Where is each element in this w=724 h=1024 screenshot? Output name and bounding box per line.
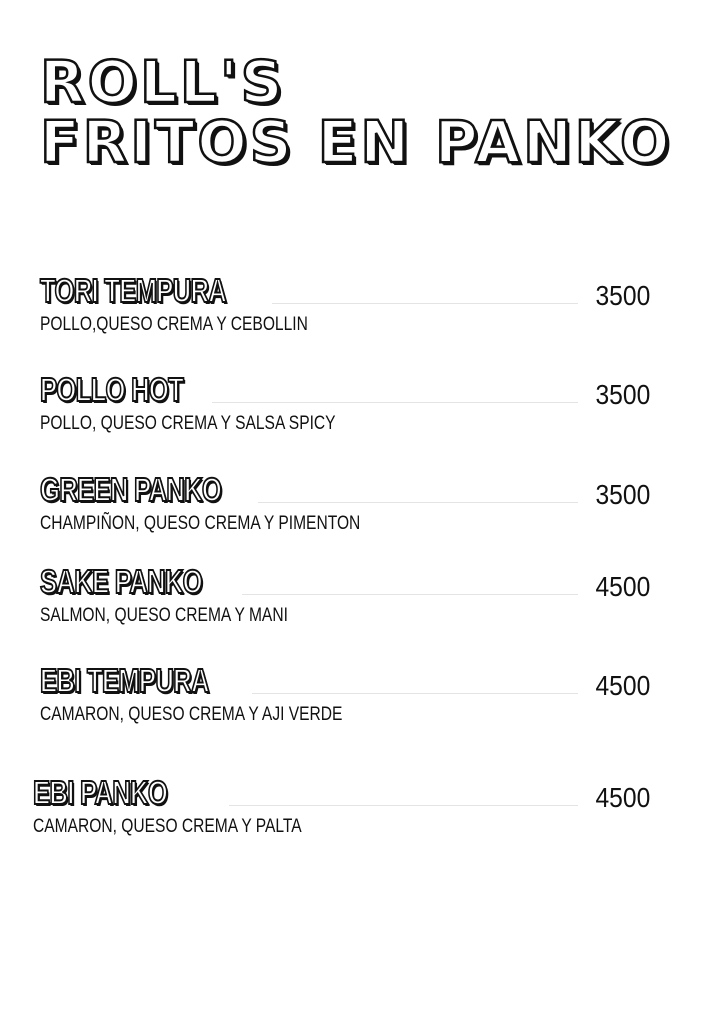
item-description: POLLO,QUESO CREMA Y CEBOLLIN: [40, 314, 308, 335]
item-name: POLLO HOT: [39, 370, 184, 409]
item-name: TORI TEMPURA: [39, 271, 227, 310]
menu-item-pollo-hot: POLLO HOT 3500 POLLO, QUESO CREMA Y SALS…: [39, 370, 650, 441]
leader-line: [242, 594, 578, 595]
menu-item-ebi-tempura: EBI TEMPURA 4500 CAMARON, QUESO CREMA Y …: [39, 661, 650, 732]
menu-item-green-panko: GREEN PANKO 3500 CHAMPIÑON, QUESO CREMA …: [39, 470, 650, 541]
item-price: 4500: [595, 571, 650, 602]
item-description: CAMARON, QUESO CREMA Y PALTA: [33, 816, 302, 837]
item-price: 4500: [595, 782, 650, 813]
menu-title-line-1: ROLL'S: [39, 48, 286, 116]
item-description: POLLO, QUESO CREMA Y SALSA SPICY: [40, 413, 336, 434]
leader-line: [229, 805, 578, 806]
menu-item-tori-tempura: TORI TEMPURA 3500 POLLO,QUESO CREMA Y CE…: [39, 271, 650, 342]
menu-title-line-2: FRITOS EN PANKO: [39, 108, 673, 176]
leader-line: [258, 502, 578, 503]
leader-line: [252, 693, 578, 694]
leader-line: [272, 303, 578, 304]
menu-item-ebi-panko: EBI PANKO 4500 CAMARON, QUESO CREMA Y PA…: [32, 773, 650, 844]
item-name: SAKE PANKO: [39, 562, 203, 601]
item-price: 3500: [595, 280, 650, 311]
item-name: EBI PANKO: [32, 773, 168, 812]
item-name: EBI TEMPURA: [39, 661, 210, 700]
leader-line: [212, 402, 578, 403]
item-price: 3500: [595, 379, 650, 410]
item-description: SALMON, QUESO CREMA Y MANI: [40, 605, 288, 626]
item-description: CHAMPIÑON, QUESO CREMA Y PIMENTON: [40, 513, 361, 534]
item-name: GREEN PANKO: [39, 470, 222, 509]
item-price: 4500: [595, 670, 650, 701]
item-price: 3500: [595, 479, 650, 510]
item-description: CAMARON, QUESO CREMA Y AJI VERDE: [40, 704, 343, 725]
menu-item-sake-panko: SAKE PANKO 4500 SALMON, QUESO CREMA Y MA…: [39, 562, 650, 633]
menu-title: ROLL'S FRITOS EN PANKO: [39, 48, 680, 176]
